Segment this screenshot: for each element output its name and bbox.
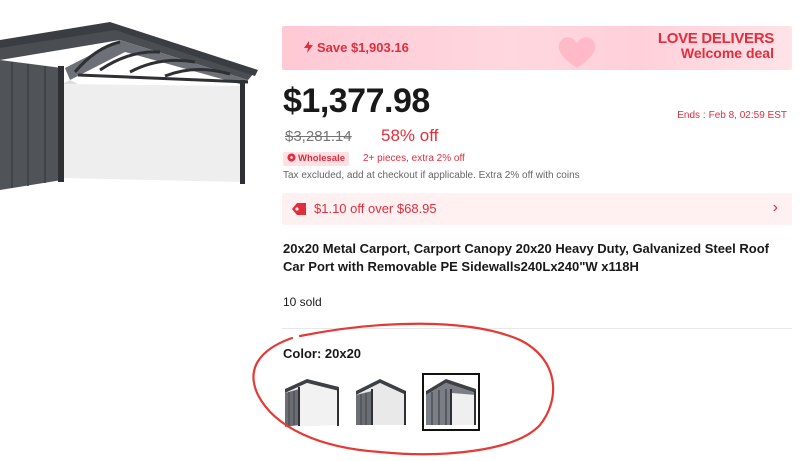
wholesale-badge: Wholesale	[283, 152, 349, 166]
sold-count: 10 sold	[283, 295, 322, 309]
original-price: $3,281.14	[285, 128, 352, 145]
lightning-bolt-icon	[304, 41, 313, 53]
wholesale-offer-text: 2+ pieces, extra 2% off	[363, 153, 465, 164]
ends-label: Ends :	[677, 110, 706, 121]
chevron-right-icon[interactable]: ›	[773, 199, 778, 217]
main-product-image[interactable]	[0, 0, 270, 200]
coupon-tag-icon	[292, 203, 306, 215]
color-option-2[interactable]	[352, 373, 410, 431]
color-option-1[interactable]	[283, 373, 341, 431]
coupon-bar[interactable]: $1.10 off over $68.95 ›	[282, 193, 792, 225]
product-title: 20x20 Metal Carport, Carport Canopy 20x2…	[283, 241, 769, 274]
tax-note: Tax excluded, add at checkout if applica…	[283, 170, 580, 181]
promo-brand: LOVE DELIVERS Welcome deal	[657, 30, 774, 61]
divider	[282, 328, 792, 329]
color-option-3-selected[interactable]	[422, 373, 480, 431]
promo-brand-title: LOVE DELIVERS	[657, 30, 774, 47]
discount-percent: 58% off	[381, 126, 439, 145]
color-label: Color: 20x20	[283, 346, 362, 361]
save-amount: Save $1,903.16	[304, 40, 409, 55]
save-amount-text: Save $1,903.16	[317, 40, 409, 55]
ends-value: Feb 8, 02:59 EST	[708, 110, 787, 121]
current-price: $1,377.98	[283, 82, 430, 120]
promo-brand-subtitle: Welcome deal	[680, 45, 774, 61]
heart-decoration-icon	[558, 37, 596, 68]
promo-banner[interactable]: Save $1,903.16 LOVE DELIVERS Welcome dea…	[282, 26, 792, 70]
wholesale-tag-icon	[287, 153, 296, 162]
coupon-text: $1.10 off over $68.95	[314, 201, 437, 216]
wholesale-badge-label: Wholesale	[298, 153, 345, 164]
deal-ends-timer: Ends : Feb 8, 02:59 EST	[677, 110, 790, 121]
